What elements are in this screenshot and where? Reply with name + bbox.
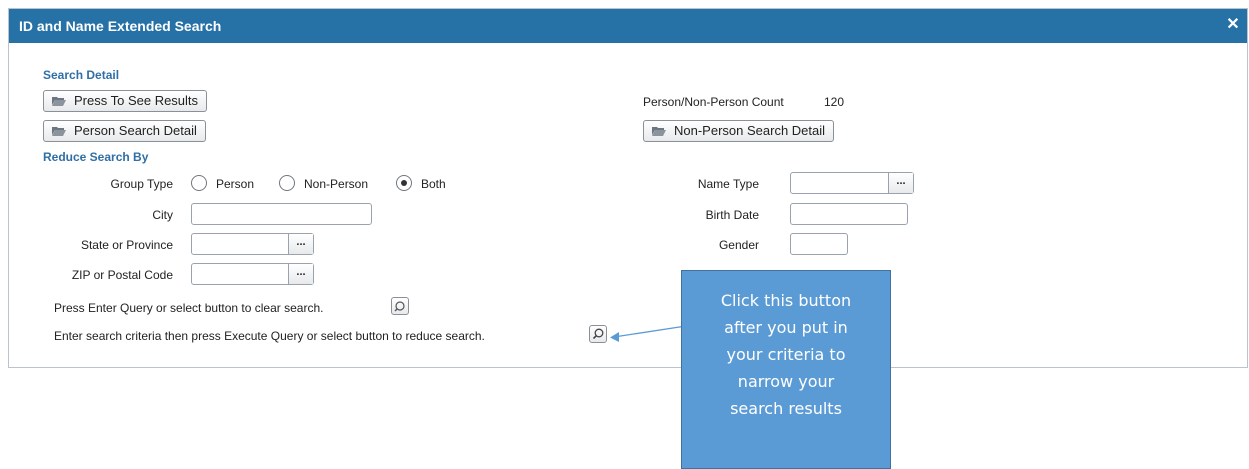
dialog-titlebar: ID and Name Extended Search ✕ — [9, 9, 1247, 43]
callout-box: Click this button after you put in your … — [681, 270, 891, 469]
name-type-input[interactable] — [791, 173, 889, 193]
state-province-lookup-button[interactable]: ... — [288, 234, 313, 254]
enter-query-button[interactable] — [391, 297, 409, 315]
press-to-see-results-button[interactable]: Press To See Results — [43, 90, 208, 112]
name-type-lookup: ... — [790, 172, 914, 194]
enter-query-instruction: Press Enter Query or select button to cl… — [54, 301, 324, 315]
city-label: City — [152, 208, 173, 222]
person-nonperson-count-value: 120 — [824, 95, 845, 109]
gender-label: Gender — [718, 238, 759, 252]
group-type-both-radio[interactable] — [396, 175, 412, 191]
zip-postal-input[interactable] — [192, 264, 289, 284]
name-type-label: Name Type — [697, 177, 759, 191]
callout-arrow — [610, 325, 687, 342]
group-type-both-label: Both — [421, 177, 446, 191]
folder-open-icon — [52, 127, 66, 136]
folder-open-icon — [52, 97, 66, 106]
group-type-label: Group Type — [110, 177, 173, 191]
zip-postal-lookup: ... — [191, 263, 314, 285]
non-person-search-detail-button[interactable]: Non-Person Search Detail — [643, 120, 835, 142]
clear-search-icon — [394, 301, 405, 312]
press-to-see-results-label: Press To See Results — [74, 93, 199, 108]
group-type-person-radio[interactable] — [191, 175, 207, 191]
state-province-input[interactable] — [192, 234, 289, 254]
group-type-nonperson-radio[interactable] — [279, 175, 295, 191]
state-province-lookup: ... — [191, 233, 314, 255]
zip-postal-label: ZIP or Postal Code — [71, 268, 173, 282]
reduce-search-heading: Reduce Search By — [43, 150, 149, 164]
city-input[interactable] — [191, 203, 372, 225]
callout-line-5: search results — [730, 399, 842, 418]
dialog-title: ID and Name Extended Search — [19, 18, 222, 34]
close-icon[interactable]: ✕ — [1225, 17, 1241, 33]
person-search-detail-label: Person Search Detail — [74, 123, 197, 138]
gender-input[interactable] — [790, 233, 848, 255]
zip-postal-lookup-button[interactable]: ... — [288, 264, 313, 284]
extended-search-dialog: ID and Name Extended Search ✕ Search Det… — [8, 8, 1248, 368]
callout-line-1: Click this button — [720, 291, 852, 310]
callout-line-3: your criteria to — [726, 345, 846, 364]
execute-query-instruction: Enter search criteria then press Execute… — [54, 329, 485, 343]
birth-date-input[interactable] — [790, 203, 908, 225]
group-type-nonperson-label: Non-Person — [304, 177, 369, 191]
person-nonperson-count-label: Person/Non-Person Count — [643, 95, 784, 109]
callout-line-2: after you put in — [724, 318, 848, 337]
non-person-search-detail-label: Non-Person Search Detail — [674, 123, 826, 138]
person-search-detail-button[interactable]: Person Search Detail — [43, 120, 206, 142]
state-province-label: State or Province — [80, 238, 173, 252]
search-detail-heading: Search Detail — [43, 68, 120, 82]
callout-line-4: narrow your — [737, 372, 835, 391]
folder-open-icon — [652, 127, 666, 136]
group-type-person-label: Person — [216, 177, 255, 191]
name-type-lookup-button[interactable]: ... — [888, 173, 913, 193]
birth-date-label: Birth Date — [705, 208, 759, 222]
